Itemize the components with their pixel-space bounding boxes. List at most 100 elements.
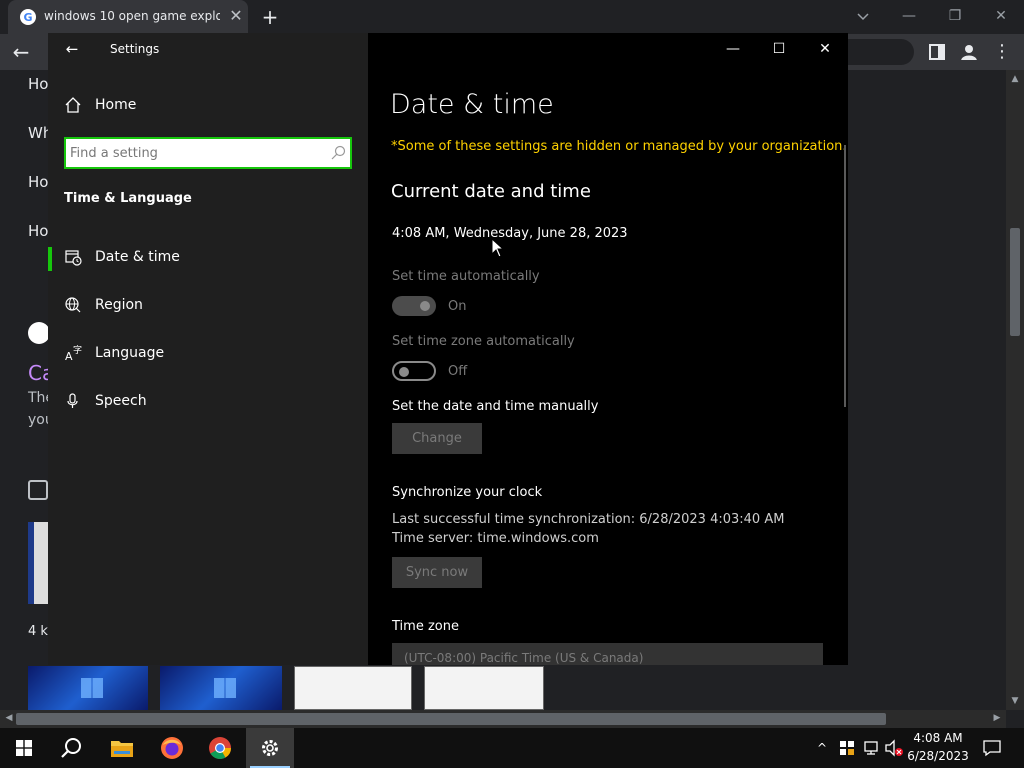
taskbar: ^ 4:08 AM 6/28/2023 bbox=[0, 728, 1024, 768]
manual-datetime-label: Set the date and time manually bbox=[392, 399, 599, 414]
svg-text:G: G bbox=[23, 11, 32, 24]
scroll-up-icon[interactable]: ▲ bbox=[1008, 74, 1022, 84]
scroll-left-icon[interactable]: ◀ bbox=[2, 713, 16, 723]
page-text-fragment[interactable]: Ho bbox=[28, 173, 48, 191]
tray-overflow-icon[interactable]: ^ bbox=[814, 738, 830, 758]
taskbar-clock-date[interactable]: 6/28/2023 bbox=[900, 749, 976, 763]
tab-title: windows 10 open game explorer bbox=[44, 9, 220, 23]
tab-search-chevron-icon[interactable] bbox=[848, 4, 878, 28]
settings-maximize-button[interactable]: ☐ bbox=[756, 33, 802, 65]
vertical-scroll-thumb[interactable] bbox=[1010, 228, 1020, 336]
set-timezone-auto-toggle[interactable] bbox=[392, 361, 436, 381]
timezone-heading: Time zone bbox=[392, 619, 459, 634]
horizontal-scroll-thumb[interactable] bbox=[16, 713, 886, 725]
settings-window-title: Settings bbox=[110, 42, 160, 56]
find-setting-input[interactable] bbox=[70, 141, 320, 165]
start-button[interactable] bbox=[0, 728, 48, 768]
section-heading: Current date and time bbox=[391, 181, 591, 202]
toggle-knob bbox=[420, 301, 430, 311]
browser-minimize-button[interactable]: — bbox=[894, 4, 924, 28]
settings-close-button[interactable]: ✕ bbox=[802, 33, 848, 65]
change-button[interactable]: Change bbox=[392, 423, 482, 454]
page-text-fragment: 4 k bbox=[28, 624, 48, 639]
nav-label: Region bbox=[95, 297, 143, 313]
page-title: Date & time bbox=[390, 89, 554, 120]
nav-item-region[interactable]: Region bbox=[48, 286, 368, 326]
language-icon: A 字 bbox=[65, 344, 82, 362]
browser-tab-bar: G windows 10 open game explorer ✕ + — ❐ … bbox=[0, 0, 1024, 34]
browser-tab[interactable]: G windows 10 open game explorer ✕ bbox=[8, 0, 248, 34]
site-favicon bbox=[28, 322, 50, 344]
nav-label: Language bbox=[95, 345, 165, 361]
nav-item-date-time[interactable]: Date & time bbox=[48, 238, 368, 278]
notification-center-icon[interactable] bbox=[982, 738, 1002, 758]
image-thumbnail[interactable] bbox=[424, 666, 544, 710]
firefox-icon bbox=[161, 737, 183, 759]
section-heading: Time & Language bbox=[64, 191, 192, 206]
nav-label: Speech bbox=[95, 393, 147, 409]
svg-text:A: A bbox=[65, 350, 73, 362]
set-time-auto-toggle[interactable] bbox=[392, 296, 436, 316]
taskbar-settings[interactable] bbox=[246, 728, 294, 768]
browser-menu-button[interactable]: ⋮ bbox=[992, 40, 1012, 64]
security-icon[interactable] bbox=[838, 739, 856, 757]
image-thumbnail[interactable] bbox=[160, 666, 282, 710]
sync-now-button[interactable]: Sync now bbox=[392, 557, 482, 588]
taskbar-file-explorer[interactable] bbox=[98, 728, 146, 768]
settings-window: ← Settings Home Time & Language bbox=[48, 33, 848, 665]
home-icon bbox=[65, 97, 81, 113]
taskbar-chrome[interactable] bbox=[196, 728, 244, 768]
scroll-right-icon[interactable]: ▶ bbox=[990, 713, 1004, 723]
image-thumbnail[interactable] bbox=[294, 666, 412, 710]
nav-item-home[interactable]: Home bbox=[48, 86, 368, 126]
scroll-down-icon[interactable]: ▼ bbox=[1008, 696, 1022, 706]
toggle-state-label: On bbox=[448, 299, 467, 314]
tab-close-icon[interactable]: ✕ bbox=[226, 6, 246, 26]
selected-indicator bbox=[48, 247, 52, 271]
browser-back-button[interactable]: ← bbox=[8, 40, 34, 64]
search-icon[interactable] bbox=[330, 145, 346, 161]
set-time-auto-label: Set time automatically bbox=[392, 269, 540, 284]
settings-sidebar: ← Settings Home Time & Language bbox=[48, 33, 368, 665]
nav-item-language[interactable]: A 字 Language bbox=[48, 334, 368, 374]
microphone-icon bbox=[67, 393, 78, 408]
nav-label: Date & time bbox=[95, 249, 180, 265]
time-server-info: Time server: time.windows.com bbox=[392, 531, 599, 546]
settings-back-button[interactable]: ← bbox=[62, 39, 82, 59]
gear-icon bbox=[262, 740, 278, 756]
google-icon: G bbox=[20, 9, 36, 25]
content-scrollbar[interactable] bbox=[844, 145, 846, 407]
windows-logo-icon bbox=[16, 740, 32, 756]
side-panel-icon[interactable] bbox=[927, 42, 947, 62]
network-icon[interactable] bbox=[862, 739, 880, 757]
video-play-icon[interactable] bbox=[28, 480, 48, 500]
managed-notice: *Some of these settings are hidden or ma… bbox=[391, 139, 847, 154]
globe-icon bbox=[65, 297, 81, 313]
browser-close-button[interactable]: ✕ bbox=[986, 4, 1016, 28]
current-datetime-value: 4:08 AM, Wednesday, June 28, 2023 bbox=[392, 226, 628, 241]
nav-item-speech[interactable]: Speech bbox=[48, 382, 368, 422]
svg-text:字: 字 bbox=[73, 344, 82, 356]
find-setting-search-box[interactable] bbox=[64, 137, 352, 169]
taskbar-firefox[interactable] bbox=[148, 728, 196, 768]
vertical-scrollbar[interactable]: ▲ ▼ bbox=[1006, 70, 1024, 710]
profile-avatar-icon[interactable] bbox=[958, 41, 980, 63]
nav-label: Home bbox=[95, 97, 137, 113]
page-text-fragment[interactable]: Ho bbox=[28, 222, 48, 240]
address-bar[interactable] bbox=[848, 39, 914, 65]
toggle-state-label: Off bbox=[448, 364, 468, 379]
search-button[interactable] bbox=[48, 728, 96, 768]
set-tz-auto-label: Set time zone automatically bbox=[392, 334, 575, 349]
new-tab-button[interactable]: + bbox=[258, 5, 282, 29]
timezone-dropdown[interactable]: (UTC-08:00) Pacific Time (US & Canada) bbox=[392, 643, 823, 665]
sync-heading: Synchronize your clock bbox=[392, 485, 543, 500]
chrome-icon bbox=[209, 737, 231, 759]
calendar-clock-icon bbox=[65, 250, 82, 266]
video-thumbnail[interactable] bbox=[28, 522, 48, 604]
folder-icon bbox=[111, 741, 133, 757]
page-text-fragment[interactable]: Ho bbox=[28, 75, 48, 93]
taskbar-clock-time[interactable]: 4:08 AM bbox=[900, 731, 976, 745]
image-thumbnail[interactable] bbox=[28, 666, 148, 710]
settings-minimize-button[interactable]: — bbox=[710, 33, 756, 65]
browser-restore-button[interactable]: ❐ bbox=[940, 4, 970, 28]
